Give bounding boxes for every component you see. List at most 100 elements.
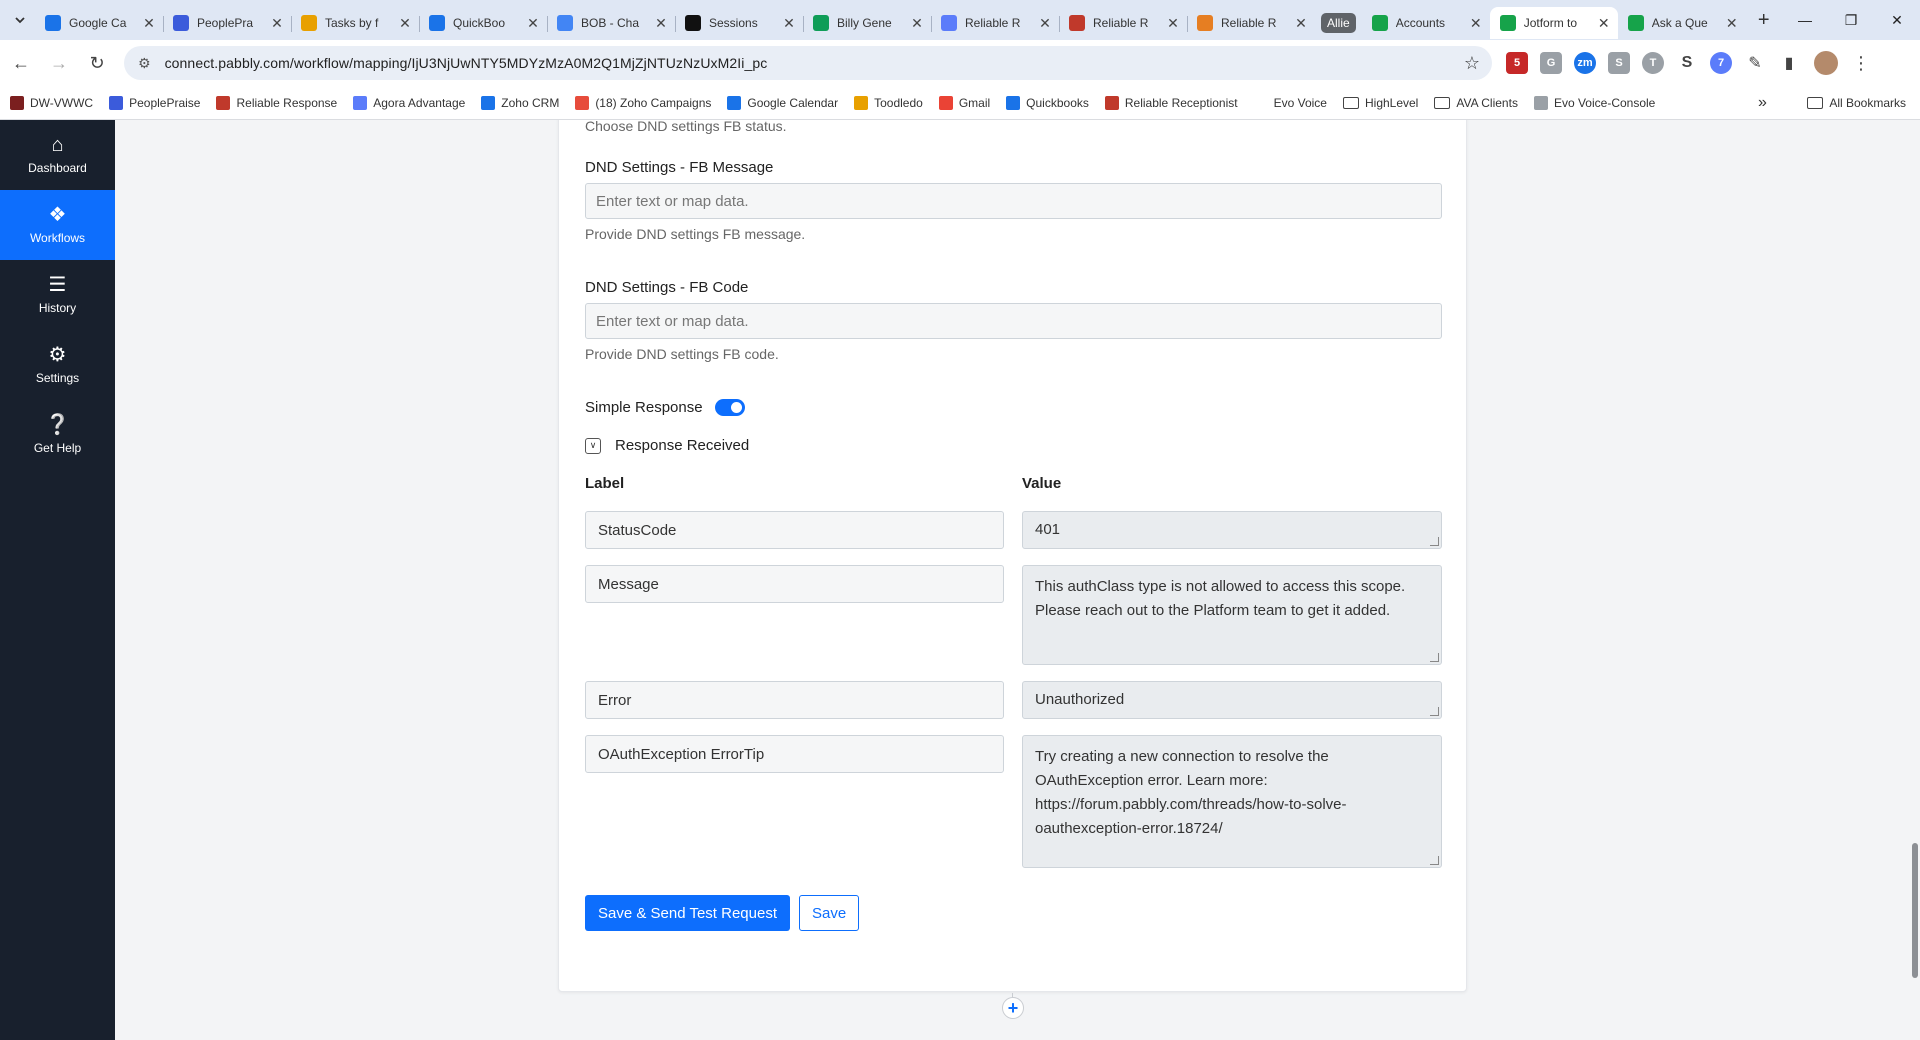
response-label-field[interactable]: Error <box>585 681 1004 719</box>
quickbooks-icon <box>429 15 445 31</box>
sidebar-item-dashboard[interactable]: ⌂ Dashboard <box>0 120 115 190</box>
close-tab-icon[interactable]: ✕ <box>1724 15 1740 32</box>
close-tab-icon[interactable]: ✕ <box>1037 15 1053 32</box>
tab-a-0[interactable]: Google Ca ✕ <box>35 7 163 39</box>
address-bar[interactable]: ⚙ connect.pabbly.com/workflow/mapping/Ij… <box>124 46 1492 80</box>
bookmark-item[interactable]: HighLevel <box>1342 96 1418 110</box>
tab-b-2[interactable]: Ask a Que ✕ <box>1618 7 1746 39</box>
bookmark-item[interactable]: DW-VWWC <box>10 95 93 110</box>
response-label-field[interactable]: OAuthException ErrorTip <box>585 735 1004 773</box>
tab-a-7[interactable]: Reliable R ✕ <box>931 7 1059 39</box>
extension-s-icon[interactable]: S <box>1608 52 1630 74</box>
bookmark-item[interactable]: (18) Zoho Campaigns <box>575 95 711 110</box>
fb-message-label: DND Settings - FB Message <box>585 159 774 176</box>
extension-script-icon[interactable]: S <box>1676 52 1698 74</box>
reload-icon[interactable]: ↻ <box>80 46 114 80</box>
response-value-field[interactable]: Try creating a new connection to resolve… <box>1022 735 1442 868</box>
close-tab-icon[interactable]: ✕ <box>781 15 797 32</box>
close-tab-icon[interactable]: ✕ <box>653 15 669 32</box>
bookmark-item[interactable]: Gmail <box>938 95 990 110</box>
tab-b-1[interactable]: Jotform to ✕ <box>1489 7 1618 39</box>
tab-a-3[interactable]: QuickBoo ✕ <box>419 7 547 39</box>
tab-title: PeoplePra <box>197 16 254 30</box>
bookmark-item[interactable]: Evo Voice-Console <box>1533 95 1655 110</box>
extension-calendar-icon[interactable]: 5 <box>1506 52 1528 74</box>
response-received-toggle[interactable]: ∨ Response Received <box>585 437 749 454</box>
fb-status-help: Choose DND settings FB status. <box>585 120 787 134</box>
close-tab-icon[interactable]: ✕ <box>141 15 157 32</box>
response-value-field[interactable]: Unauthorized <box>1022 681 1442 719</box>
back-icon[interactable]: ← <box>4 46 38 80</box>
bookmark-item[interactable]: Reliable Receptionist <box>1104 95 1238 110</box>
bookmark-item[interactable]: AVA Clients <box>1434 96 1518 110</box>
forward-icon[interactable]: → <box>42 46 76 80</box>
simple-response-toggle[interactable] <box>714 399 745 416</box>
extension-badge-icon[interactable]: 7 <box>1710 52 1732 74</box>
close-tab-icon[interactable]: ✕ <box>1293 15 1309 32</box>
bookmark-item[interactable]: Quickbooks <box>1006 95 1089 110</box>
bookmarks-more-button[interactable]: » <box>1758 94 1767 112</box>
scrollbar-thumb[interactable] <box>1912 843 1918 978</box>
save-button[interactable]: Save <box>799 895 860 931</box>
minimize-icon[interactable]: — <box>1782 0 1828 40</box>
tab-a-6[interactable]: Billy Gene ✕ <box>803 7 931 39</box>
extension-g-icon[interactable]: G <box>1540 52 1562 74</box>
sidebar-item-settings[interactable]: ⚙ Settings <box>0 330 115 400</box>
tab-a-1[interactable]: PeoplePra ✕ <box>163 7 291 39</box>
tab-a-4[interactable]: BOB - Cha ✕ <box>547 7 675 39</box>
sidebar-item-label: Workflows <box>29 231 86 245</box>
tab-a-2[interactable]: Tasks by f ✕ <box>291 7 419 39</box>
all-bookmarks-button[interactable]: All Bookmarks <box>1807 96 1906 110</box>
bookmark-item[interactable]: Zoho CRM <box>481 95 559 110</box>
close-window-icon[interactable]: ✕ <box>1874 0 1920 40</box>
page-scrollbar[interactable] <box>1910 120 1920 1040</box>
close-tab-icon[interactable]: ✕ <box>525 15 541 32</box>
sidebar-item-get-help[interactable]: ❔ Get Help <box>0 400 115 470</box>
bookmark-item[interactable]: PeoplePraise <box>109 95 200 110</box>
bookmark-item[interactable]: Google Calendar <box>727 95 838 110</box>
globe-icon <box>941 15 957 31</box>
fb-code-input[interactable]: Enter text or map data. <box>585 303 1442 339</box>
profile-avatar[interactable] <box>1814 51 1838 75</box>
add-step-button[interactable]: + <box>1002 997 1024 1019</box>
tab-group-chip[interactable]: Allie <box>1315 7 1362 39</box>
tab-a-5[interactable]: Sessions ✕ <box>675 7 803 39</box>
new-tab-button[interactable]: + <box>1750 9 1778 32</box>
peoplepraise-icon <box>173 15 189 31</box>
bookmark-item[interactable]: Reliable Response <box>216 95 337 110</box>
tab-search-button[interactable] <box>5 5 35 35</box>
response-label-field[interactable]: StatusCode <box>585 511 1004 549</box>
workflow-icon: ❖ <box>48 204 67 226</box>
extension-t-icon[interactable]: T <box>1642 52 1664 74</box>
site-info-icon[interactable]: ⚙ <box>138 55 151 72</box>
close-tab-icon[interactable]: ✕ <box>909 15 925 32</box>
bookmark-item[interactable]: Toodledo <box>854 95 923 110</box>
close-tab-icon[interactable]: ✕ <box>269 15 285 32</box>
response-value-field[interactable]: This authClass type is not allowed to ac… <box>1022 565 1442 665</box>
bookmark-item[interactable]: Agora Advantage <box>353 95 465 110</box>
sidebar-item-workflows[interactable]: ❖ Workflows <box>0 190 115 260</box>
tab-a-8[interactable]: Reliable R ✕ <box>1059 7 1187 39</box>
restore-icon[interactable]: ❐ <box>1828 0 1874 40</box>
browser-menu-icon[interactable]: ⋮ <box>1852 53 1870 74</box>
extensions-puzzle-icon[interactable]: ✎ <box>1744 52 1766 74</box>
save-send-test-button[interactable]: Save & Send Test Request <box>585 895 791 931</box>
close-tab-icon[interactable]: ✕ <box>397 15 413 32</box>
bookmark-favicon-icon <box>481 95 496 110</box>
close-tab-icon[interactable]: ✕ <box>1468 15 1484 32</box>
fb-message-input[interactable]: Enter text or map data. <box>585 183 1442 219</box>
close-tab-icon[interactable]: ✕ <box>1165 15 1181 32</box>
home-icon: ⌂ <box>51 134 64 156</box>
tab-b-0[interactable]: Accounts ✕ <box>1362 7 1490 39</box>
side-panel-icon[interactable]: ▮ <box>1778 52 1800 74</box>
tab-a-9[interactable]: Reliable R ✕ <box>1187 7 1315 39</box>
bookmark-star-icon[interactable]: ☆ <box>1464 53 1480 74</box>
bookmark-item[interactable]: Evo Voice <box>1253 95 1327 110</box>
bookmark-favicon-icon <box>109 95 124 110</box>
response-value-field[interactable]: 401 <box>1022 511 1442 549</box>
response-label-field[interactable]: Message <box>585 565 1004 603</box>
extension-zoom-icon[interactable]: zm <box>1574 52 1596 74</box>
sidebar-item-label: History <box>38 301 77 315</box>
close-tab-icon[interactable]: ✕ <box>1596 15 1612 32</box>
sidebar-item-history[interactable]: ☰ History <box>0 260 115 330</box>
